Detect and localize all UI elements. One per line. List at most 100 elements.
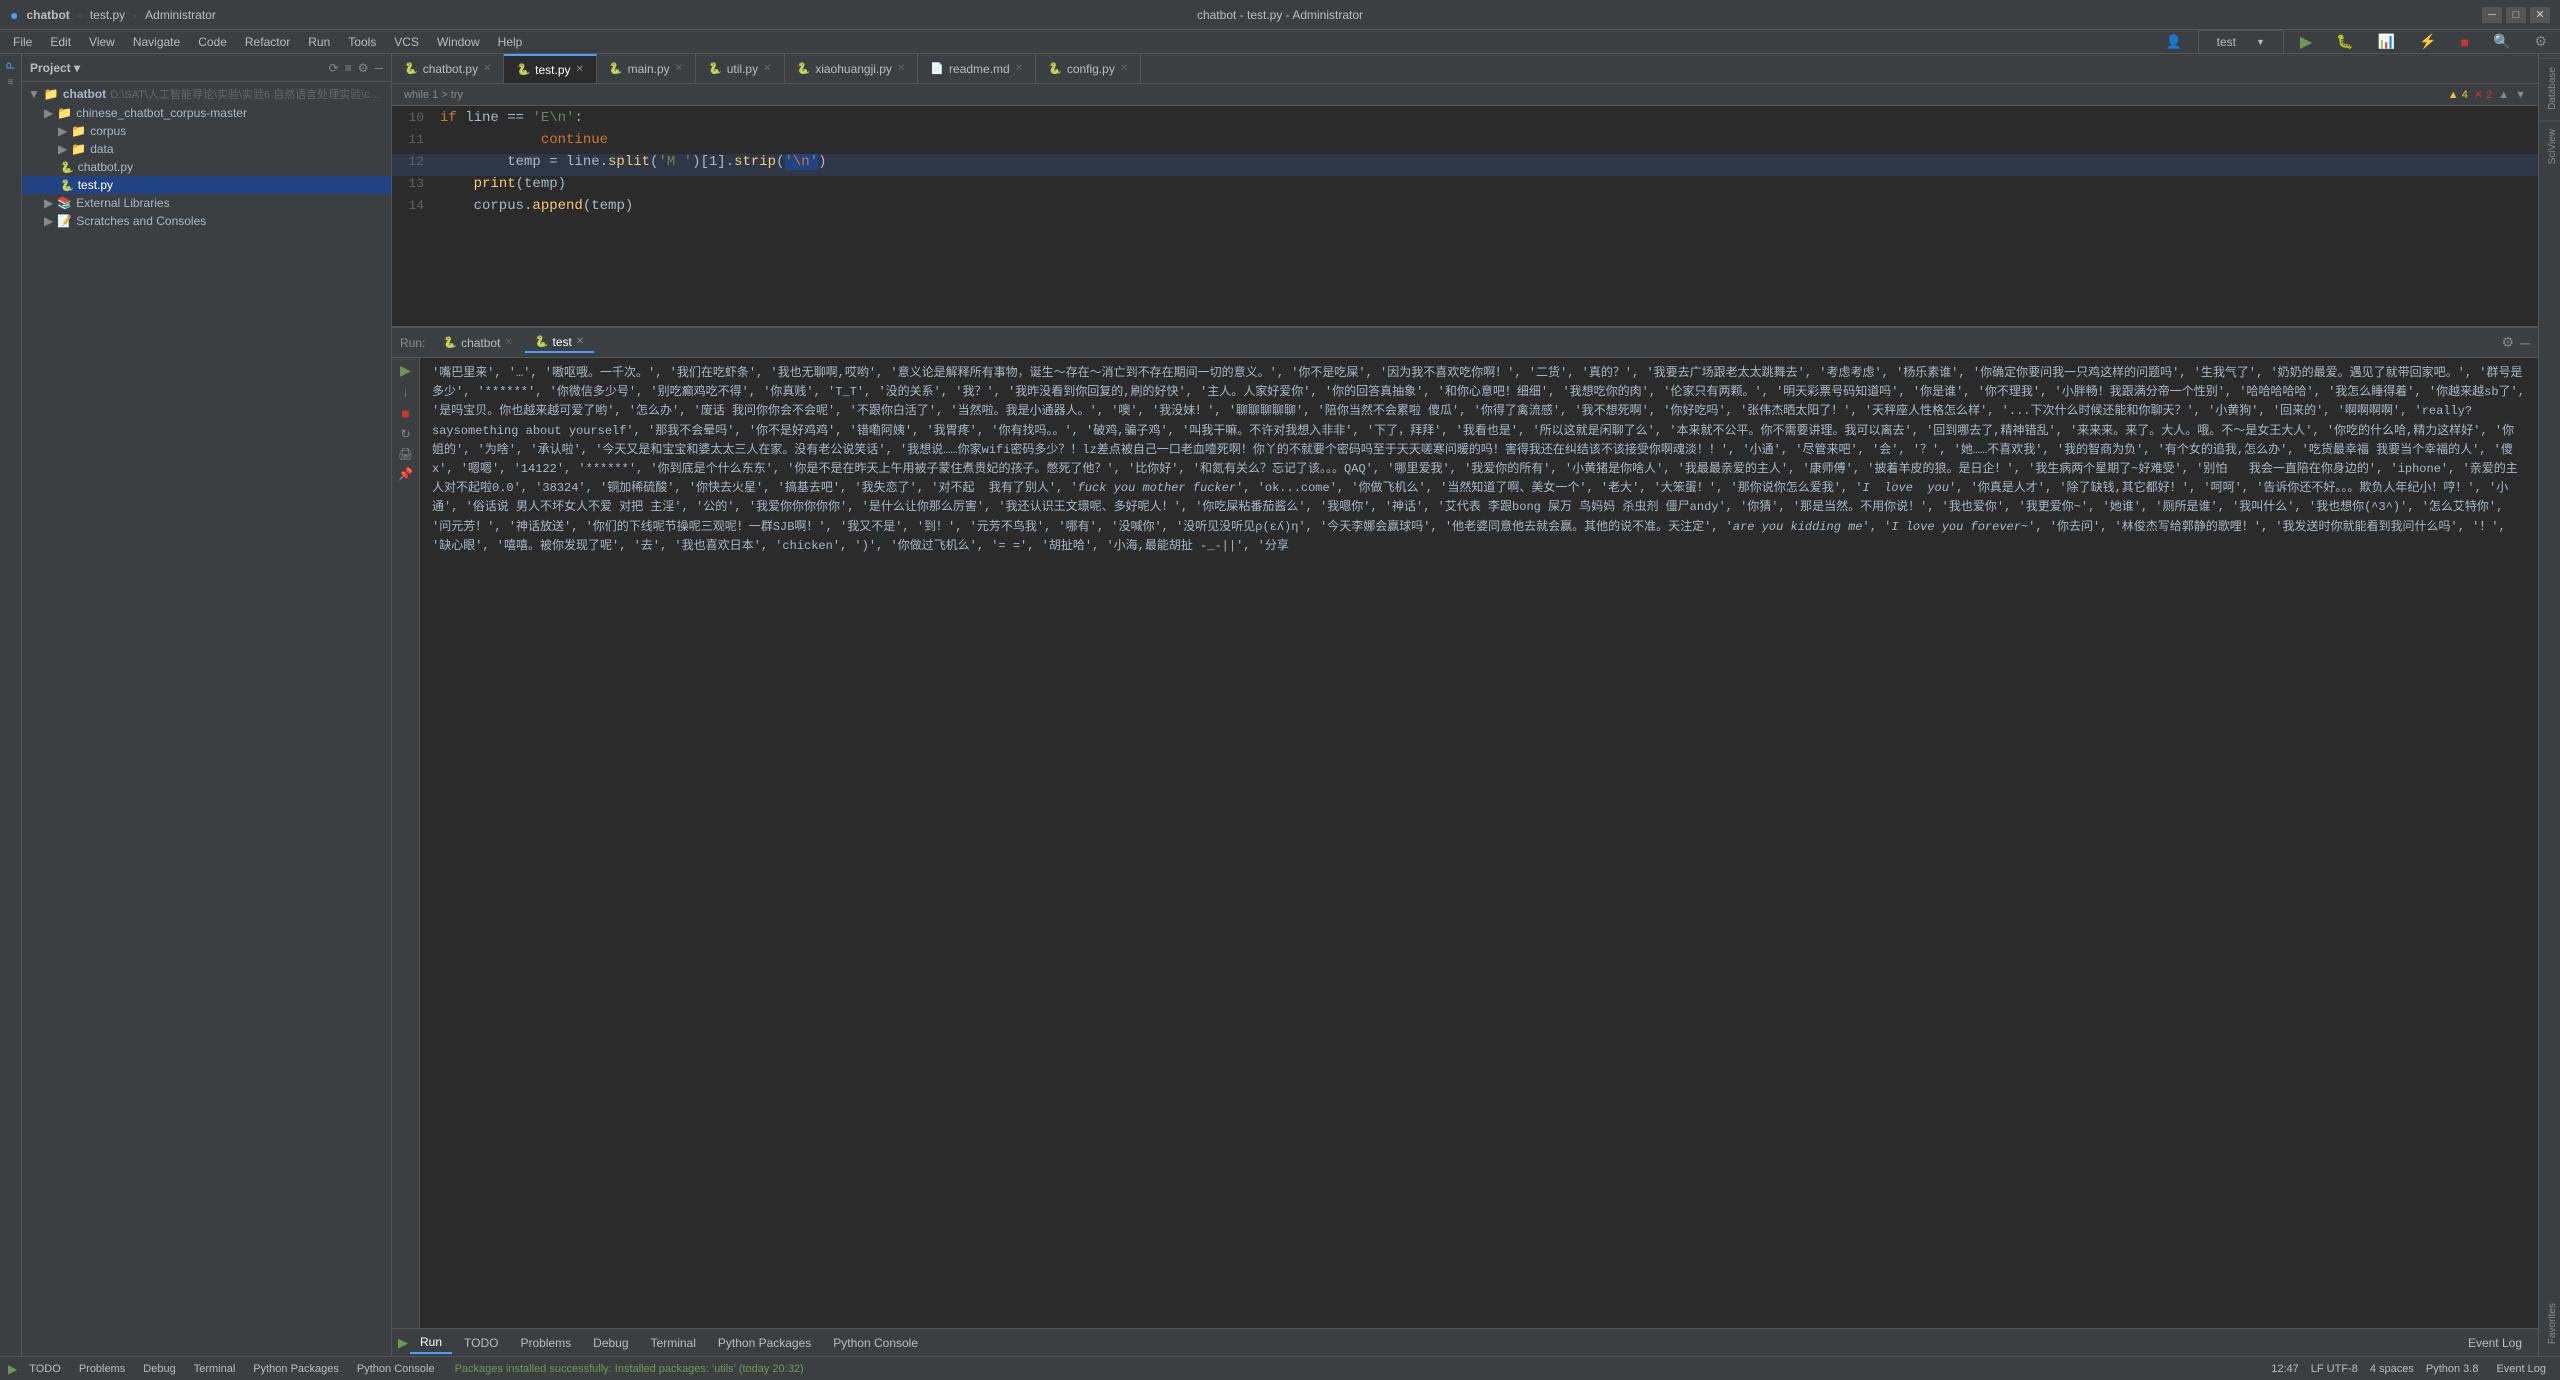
tree-label-scratches: Scratches and Consoles	[76, 214, 206, 228]
settings-btn[interactable]: ⚙	[2526, 31, 2555, 52]
tree-item-chatbot-py[interactable]: 🐍 chatbot.py	[22, 158, 391, 176]
test-tab-close[interactable]: ✕	[576, 336, 584, 347]
run-btn-green[interactable]: ▶	[2292, 30, 2320, 54]
bottom-tab-terminal[interactable]: Terminal	[641, 1333, 706, 1353]
tree-item-chatbot[interactable]: ▼ 📁 chatbot D:\SAT\人工智能导论\实验\实验6 自然语言处理实…	[22, 84, 391, 104]
scroll-down-icon[interactable]: ▼	[2515, 89, 2526, 101]
menu-help[interactable]: Help	[490, 33, 531, 51]
tree-item-test-py[interactable]: 🐍 test.py	[22, 176, 391, 194]
menu-run[interactable]: Run	[300, 33, 338, 51]
status-todo-btn[interactable]: TODO	[23, 1361, 67, 1377]
tab-util-py[interactable]: 🐍 util.py ✕	[696, 54, 784, 83]
profile-btn[interactable]: ⚡	[2411, 31, 2444, 52]
tree-item-scratches[interactable]: ▶ 📝 Scratches and Consoles	[22, 212, 391, 230]
sciview-tab[interactable]: SciView	[2539, 120, 2560, 172]
admin-label: Administrator	[145, 8, 216, 22]
tree-item-data[interactable]: ▶ 📁 data	[22, 140, 391, 158]
status-python-version: Python 3.8	[2426, 1363, 2479, 1375]
menu-navigate[interactable]: Navigate	[125, 33, 188, 51]
minimize-btn[interactable]: ─	[2482, 7, 2502, 23]
run-rerun-icon[interactable]: ↻	[400, 427, 410, 441]
project-sync-icon[interactable]: ⟳	[329, 61, 339, 75]
tab-readme-close[interactable]: ✕	[1015, 63, 1023, 74]
run-print-icon[interactable]: 🖨	[398, 447, 413, 461]
project-settings-icon[interactable]: ⚙	[358, 61, 369, 75]
menu-view[interactable]: View	[81, 33, 123, 51]
folder-expand-icon4: ▶	[58, 142, 67, 156]
project-title: Project ▾	[30, 61, 80, 75]
status-terminal-btn[interactable]: Terminal	[188, 1361, 242, 1377]
status-run-icon[interactable]: ▶	[8, 1362, 17, 1376]
bottom-tab-run[interactable]: Run	[410, 1332, 452, 1354]
menu-edit[interactable]: Edit	[42, 33, 79, 51]
bottom-tab-python-packages[interactable]: Python Packages	[708, 1333, 821, 1353]
favorites-tab[interactable]: Favorites	[2539, 1295, 2560, 1352]
run-config-dropdown[interactable]: test ▼	[2198, 30, 2284, 54]
bottom-tab-python-console[interactable]: Python Console	[823, 1333, 928, 1353]
separator2: -	[133, 8, 137, 22]
run-down-icon[interactable]: ↓	[403, 385, 409, 399]
database-tab[interactable]: Database	[2539, 58, 2560, 118]
tab-main-py[interactable]: 🐍 main.py ✕	[597, 54, 696, 83]
run-play-icon[interactable]: ▶	[400, 362, 411, 379]
structure-icon[interactable]: ≡	[6, 75, 16, 90]
run-pin-icon[interactable]: 📌	[398, 467, 413, 481]
bottom-run-icon[interactable]: ▶	[398, 1335, 408, 1351]
run-tab-chatbot[interactable]: 🐍 chatbot ✕	[433, 334, 522, 352]
code-content-13: print(temp)	[440, 176, 2530, 192]
status-debug-btn[interactable]: Debug	[137, 1361, 181, 1377]
tab-chatbot-py-close[interactable]: ✕	[483, 63, 491, 74]
maximize-btn[interactable]: □	[2506, 7, 2526, 23]
bottom-tab-event-log[interactable]: Event Log	[2458, 1333, 2532, 1353]
tab-chatbot-py[interactable]: 🐍 chatbot.py ✕	[392, 54, 504, 83]
bottom-tab-problems[interactable]: Problems	[510, 1333, 581, 1353]
run-with-coverage[interactable]: 📊	[2370, 31, 2403, 52]
project-toggle-icon[interactable]: P	[3, 58, 19, 73]
project-expand-icon[interactable]: ≡	[345, 61, 352, 75]
status-event-log-btn[interactable]: Event Log	[2490, 1361, 2552, 1377]
menu-tools[interactable]: Tools	[340, 33, 384, 51]
menu-vcs[interactable]: VCS	[386, 33, 427, 51]
run-content[interactable]: '嘴巴里来', '…', '嗷呕哦。一千次。', '我们在吃虾条', '我也无聊…	[420, 358, 2538, 1328]
project-minimize-icon[interactable]: ─	[374, 61, 383, 75]
tab-config-py[interactable]: 🐍 config.py ✕	[1036, 54, 1141, 83]
user-icon[interactable]: 👤	[2157, 32, 2189, 52]
tab-readme-md[interactable]: 📄 readme.md ✕	[918, 54, 1036, 83]
status-python-packages-btn[interactable]: Python Packages	[247, 1361, 345, 1377]
run-panel-settings-icon[interactable]: ⚙	[2502, 334, 2515, 351]
tree-item-corpus-master[interactable]: ▶ 📁 chinese_chatbot_corpus-master	[22, 104, 391, 122]
menu-code[interactable]: Code	[190, 33, 235, 51]
search-btn[interactable]: 🔍	[2485, 31, 2518, 52]
tree-item-ext-libs[interactable]: ▶ 📚 External Libraries	[22, 194, 391, 212]
bottom-tab-todo[interactable]: TODO	[454, 1333, 508, 1353]
stop-btn[interactable]: ■	[2453, 32, 2477, 52]
close-btn[interactable]: ✕	[2530, 7, 2550, 23]
debug-btn[interactable]: 🐛	[2328, 31, 2361, 52]
tab-readme-icon: 📄	[930, 62, 944, 75]
status-problems-btn[interactable]: Problems	[73, 1361, 131, 1377]
tab-main-py-close[interactable]: ✕	[675, 63, 683, 74]
run-panel-minimize-icon[interactable]: ─	[2520, 335, 2530, 351]
tab-chatbot-py-label: chatbot.py	[423, 62, 478, 76]
scroll-up-icon[interactable]: ▲	[2498, 89, 2509, 101]
status-python-console-btn[interactable]: Python Console	[351, 1361, 441, 1377]
bottom-tab-debug[interactable]: Debug	[583, 1333, 638, 1353]
menu-window[interactable]: Window	[429, 33, 488, 51]
code-editor[interactable]: 10 if line == 'E\n': 11 continue 12 temp…	[392, 106, 2538, 326]
menu-file[interactable]: File	[5, 33, 40, 51]
tab-util-py-close[interactable]: ✕	[763, 63, 771, 74]
tab-test-py-close[interactable]: ✕	[576, 64, 584, 75]
tab-xhj-close[interactable]: ✕	[897, 63, 905, 74]
run-stop-icon[interactable]: ■	[401, 405, 409, 421]
tab-xiaohuangji-py[interactable]: 🐍 xiaohuangji.py ✕	[785, 54, 919, 83]
tab-config-close[interactable]: ✕	[1120, 63, 1128, 74]
chatbot-run-icon: 🐍	[443, 336, 457, 349]
menu-refactor[interactable]: Refactor	[237, 33, 298, 51]
chatbot-tab-close[interactable]: ✕	[504, 337, 512, 348]
code-content-12: temp = line.split('M ')[1].strip('\n')	[440, 154, 2530, 170]
tab-test-py[interactable]: 🐍 test.py ✕	[504, 54, 596, 83]
tab-xhj-label: xiaohuangji.py	[815, 62, 892, 76]
run-tab-test[interactable]: 🐍 test ✕	[525, 333, 594, 353]
folder-expand-icon3: ▶	[58, 124, 67, 138]
tree-item-corpus[interactable]: ▶ 📁 corpus	[22, 122, 391, 140]
